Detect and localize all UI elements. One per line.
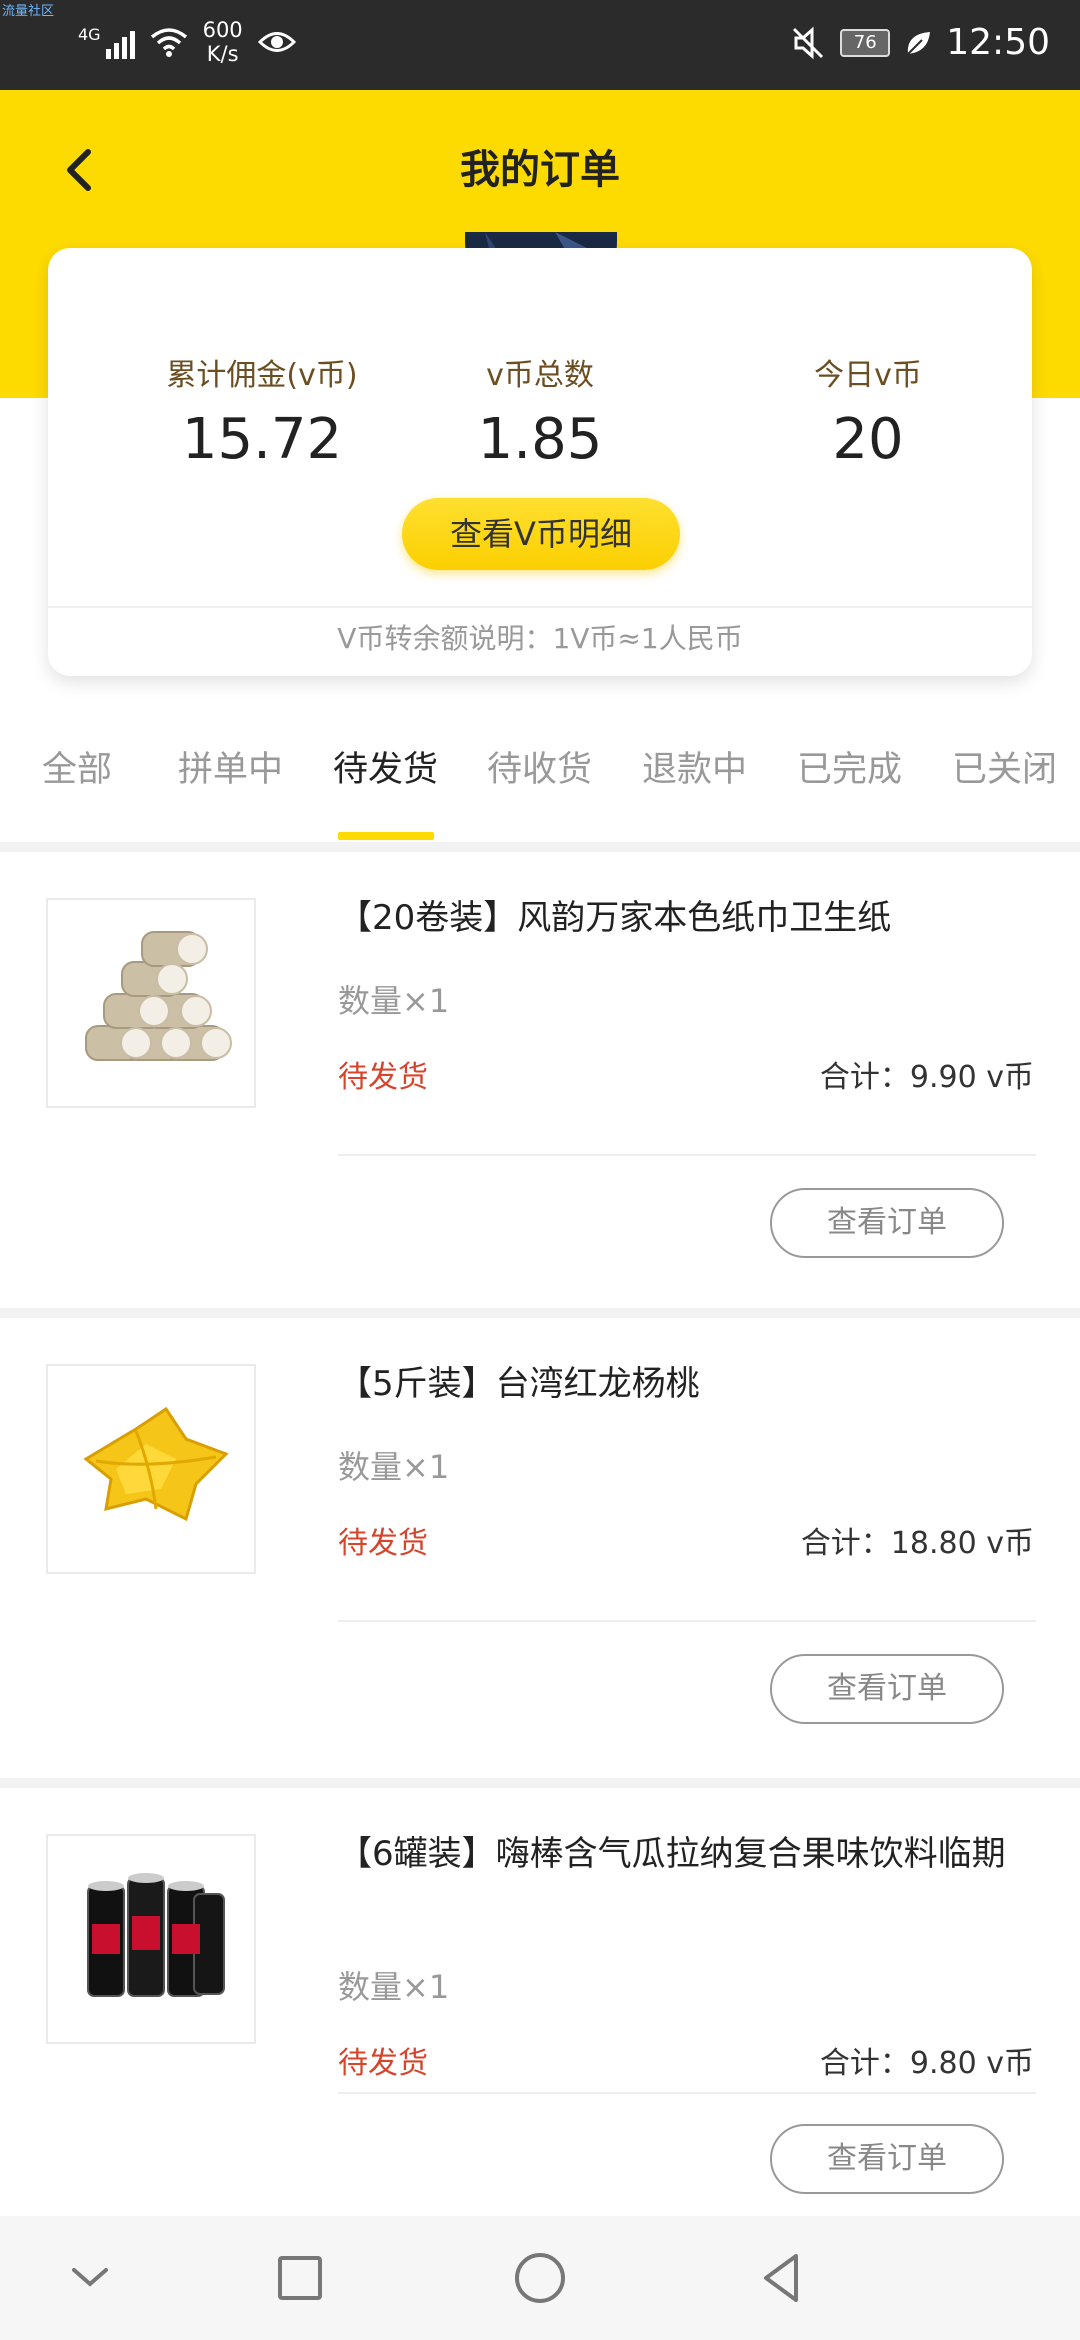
tab-pending-receipt[interactable]: 待收货 xyxy=(487,746,592,794)
view-order-button[interactable]: 查看订单 xyxy=(770,1654,1004,1724)
circle-icon xyxy=(515,2253,565,2303)
order-total: 合计：18.80 v币 xyxy=(800,1526,1034,1561)
vcoin-note: V币转余额说明：1V币≈1人民币 xyxy=(337,622,743,655)
square-icon xyxy=(278,2256,322,2300)
status-bar: 流量社区 4G 600 K/s 76 12:50 xyxy=(0,0,1080,90)
order-divider xyxy=(338,1154,1036,1156)
stat-vcoin-today: 今日v币 20 xyxy=(814,358,922,472)
nav-recents-button[interactable] xyxy=(270,2248,330,2308)
nav-home-button[interactable] xyxy=(510,2248,570,2308)
product-image-toilet-paper[interactable] xyxy=(46,898,256,1108)
product-image-drink-cans[interactable] xyxy=(46,1834,256,2044)
leaf-icon xyxy=(907,31,931,55)
tab-closed[interactable]: 已关闭 xyxy=(952,746,1057,794)
order-card: 【5斤装】台湾红龙杨桃 数量×1 待发货 合计：18.80 v币 查看订单 xyxy=(0,1318,1080,1778)
signal-icon: 4G xyxy=(78,25,135,59)
order-status: 待发货 xyxy=(338,1060,428,1095)
nav-back-button[interactable] xyxy=(752,2248,812,2308)
system-nav-bar xyxy=(0,2216,1080,2340)
vcoin-detail-button[interactable]: 查看V币明细 xyxy=(402,498,680,570)
order-quantity: 数量×1 xyxy=(338,982,450,1020)
order-quantity: 数量×1 xyxy=(338,1448,450,1486)
tab-all[interactable]: 全部 xyxy=(42,746,112,794)
card-divider xyxy=(48,606,1032,608)
order-total: 合计：9.90 v币 xyxy=(819,1060,1034,1095)
chevron-down-icon xyxy=(72,2268,108,2287)
order-quantity: 数量×1 xyxy=(338,1968,450,2006)
clock: 12:50 xyxy=(946,22,1050,63)
status-right: 76 12:50 xyxy=(790,22,1050,63)
summary-card: 累计佣金(v币) 15.72 v币总数 1.85 今日v币 20 查看V币明细 … xyxy=(48,248,1032,676)
product-image-star-fruit[interactable] xyxy=(46,1364,256,1574)
section-divider xyxy=(0,1778,1080,1788)
triangle-back-icon xyxy=(764,2254,798,2302)
order-title[interactable]: 【6罐装】嗨棒含气瓜拉纳复合果味饮料临期 xyxy=(338,1828,1018,1880)
order-divider xyxy=(338,1620,1036,1622)
active-tab-indicator xyxy=(338,832,434,840)
tab-completed[interactable]: 已完成 xyxy=(797,746,902,794)
page-title: 我的订单 xyxy=(460,147,620,193)
order-divider xyxy=(338,2092,1036,2094)
nav-collapse-button[interactable] xyxy=(60,2248,120,2308)
stat-commission: 累计佣金(v币) 15.72 xyxy=(166,358,358,472)
order-status: 待发货 xyxy=(338,2046,428,2081)
tab-group-buying[interactable]: 拼单中 xyxy=(178,746,283,794)
order-card: 【6罐装】嗨棒含气瓜拉纳复合果味饮料临期 数量×1 待发货 合计：9.80 v币… xyxy=(0,1788,1080,2216)
status-left: 4G 600 K/s xyxy=(78,18,297,66)
order-total: 合计：9.80 v币 xyxy=(819,2046,1034,2081)
view-order-button[interactable]: 查看订单 xyxy=(770,1188,1004,1258)
corner-tag: 流量社区 xyxy=(2,4,55,19)
mute-icon xyxy=(793,26,824,59)
stat-vcoin-total: v币总数 1.85 xyxy=(477,358,603,472)
order-tabs: 全部 拼单中 待发货 待收货 退款中 已完成 已关闭 xyxy=(0,716,1080,846)
order-status: 待发货 xyxy=(338,1526,428,1561)
eye-icon xyxy=(257,32,296,52)
order-card: 【20卷装】风韵万家本色纸巾卫生纸 数量×1 待发货 合计：9.90 v币 查看… xyxy=(0,852,1080,1308)
tab-refunding[interactable]: 退款中 xyxy=(642,746,747,794)
network-speed: 600 K/s xyxy=(202,18,243,66)
tab-pending-shipment[interactable]: 待发货 xyxy=(333,746,438,794)
order-title[interactable]: 【5斤装】台湾红龙杨桃 xyxy=(338,1358,1018,1410)
order-title[interactable]: 【20卷装】风韵万家本色纸巾卫生纸 xyxy=(338,892,1018,944)
wifi-icon xyxy=(150,28,187,57)
section-divider xyxy=(0,1308,1080,1318)
section-divider xyxy=(0,842,1080,852)
view-order-button[interactable]: 查看订单 xyxy=(770,2124,1004,2194)
battery-icon: 76 xyxy=(840,28,891,57)
